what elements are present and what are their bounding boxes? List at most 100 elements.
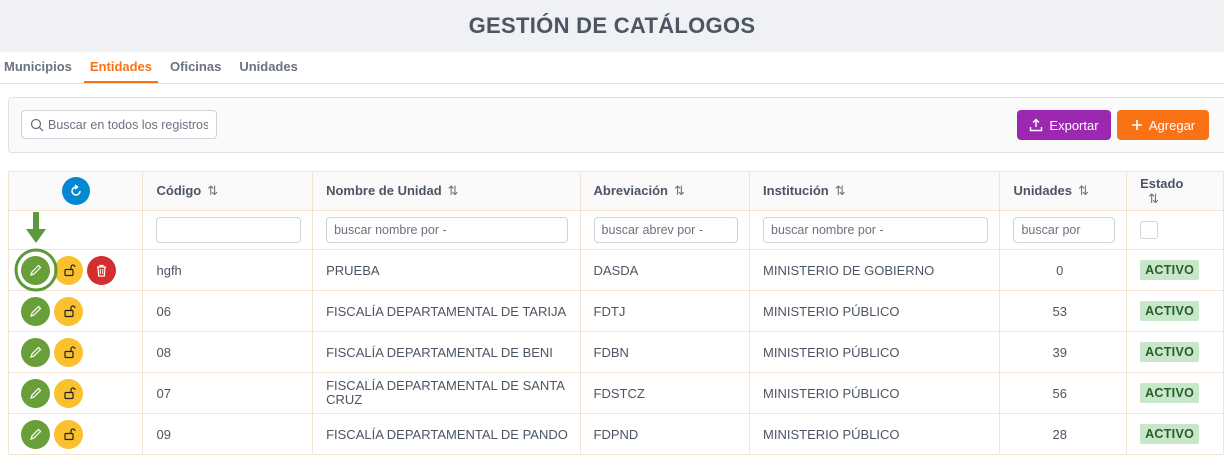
pencil-icon xyxy=(30,346,42,358)
edit-button[interactable] xyxy=(21,378,50,408)
unlock-button[interactable] xyxy=(54,337,83,367)
page-header: GESTIÓN DE CATÁLOGOS xyxy=(0,0,1224,52)
column-label: Unidades xyxy=(1013,183,1072,198)
status-badge: ACTIVO xyxy=(1140,342,1200,362)
table-row: 06 FISCALÍA DEPARTAMENTAL DE TARIJA FDTJ… xyxy=(7,290,1224,332)
plus-icon xyxy=(1131,120,1142,130)
tab-entidades[interactable]: Entidades xyxy=(83,59,159,83)
edit-button[interactable] xyxy=(21,419,50,449)
cell-institucion: MINISTERIO PÚBLICO xyxy=(749,413,1001,455)
trash-icon xyxy=(97,264,106,277)
cell-codigo: 06 xyxy=(142,290,314,332)
unlock-icon xyxy=(63,346,76,359)
upload-icon xyxy=(1030,118,1043,132)
unlock-button[interactable] xyxy=(54,419,83,449)
actions-header xyxy=(7,171,144,211)
pencil-icon xyxy=(30,305,42,317)
cell-nombre: FISCALÍA DEPARTAMENTAL DE BENI xyxy=(312,331,581,373)
global-search-input[interactable] xyxy=(48,117,208,132)
page-title: GESTIÓN DE CATÁLOGOS xyxy=(468,13,756,38)
cell-institucion: MINISTERIO PÚBLICO xyxy=(749,290,1001,332)
table-row: hgfh PRUEBA DASDA MINISTERIO DE GOBIERNO… xyxy=(7,249,1224,291)
cell-institucion: MINISTERIO PÚBLICO xyxy=(749,331,1001,373)
unlock-button[interactable] xyxy=(54,296,83,326)
pencil-icon xyxy=(30,264,42,276)
unlock-icon xyxy=(63,264,76,277)
edit-button[interactable] xyxy=(21,337,50,367)
unlock-icon xyxy=(63,387,76,400)
column-header-nombre[interactable]: Nombre de Unidad ⇅ xyxy=(312,171,581,211)
cell-nombre: FISCALÍA DEPARTAMENTAL DE TARIJA xyxy=(312,290,581,332)
sort-icon: ⇅ xyxy=(834,183,846,198)
global-search[interactable] xyxy=(21,110,217,139)
table-header-row: Código ⇅ Nombre de Unidad ⇅ Abreviación ⇅ I… xyxy=(7,171,1224,211)
column-header-estado[interactable]: Estado ⇅ xyxy=(1126,171,1224,211)
edit-button[interactable] xyxy=(21,255,50,285)
filter-actions-cell xyxy=(7,210,144,250)
column-header-institucion[interactable]: Institución ⇅ xyxy=(749,171,1001,211)
column-label: Código xyxy=(156,183,202,198)
export-button[interactable]: Exportar xyxy=(1017,110,1111,140)
table-row: 08 FISCALÍA DEPARTAMENTAL DE BENI FDBN M… xyxy=(7,331,1224,373)
cell-nombre: PRUEBA xyxy=(312,249,581,291)
tab-unidades[interactable]: Unidades xyxy=(233,59,304,83)
tab-municipios[interactable]: Municipios xyxy=(0,59,78,83)
filter-codigo-input[interactable] xyxy=(156,217,302,243)
status-badge: ACTIVO xyxy=(1140,383,1200,403)
cell-institucion: MINISTERIO DE GOBIERNO xyxy=(749,249,1001,291)
add-label: Agregar xyxy=(1148,117,1196,133)
column-header-abreviacion[interactable]: Abreviación ⇅ xyxy=(579,171,751,211)
filter-nombre-input[interactable] xyxy=(326,217,569,243)
status-badge: ACTIVO xyxy=(1140,301,1200,321)
sort-icon: ⇅ xyxy=(447,183,459,198)
filter-row xyxy=(7,210,1224,250)
unlock-button[interactable] xyxy=(54,378,83,408)
toolbar: Exportar Agregar xyxy=(8,97,1224,153)
column-header-unidades[interactable]: Unidades ⇅ xyxy=(999,171,1128,211)
filter-unidades-input[interactable] xyxy=(1013,217,1116,243)
catalog-tabs: Municipios Entidades Oficinas Unidades xyxy=(0,52,1224,84)
delete-button[interactable] xyxy=(87,255,116,285)
cell-codigo: hgfh xyxy=(142,249,314,291)
cell-nombre: FISCALÍA DEPARTAMENTAL DE PANDO xyxy=(312,413,581,455)
column-label: Estado xyxy=(1140,175,1184,191)
refresh-icon[interactable] xyxy=(61,177,90,205)
pencil-icon xyxy=(30,428,42,440)
filter-institucion-input[interactable] xyxy=(763,217,989,243)
tab-oficinas[interactable]: Oficinas xyxy=(164,59,227,83)
add-button[interactable]: Agregar xyxy=(1117,110,1209,140)
status-badge: ACTIVO xyxy=(1140,260,1200,280)
sort-icon: ⇅ xyxy=(673,183,685,198)
entities-table: Código ⇅ Nombre de Unidad ⇅ Abreviación ⇅ I… xyxy=(7,171,1224,455)
table-row: 09 FISCALÍA DEPARTAMENTAL DE PANDO FDPND… xyxy=(7,413,1224,455)
cell-unidades: 56 xyxy=(999,372,1128,414)
column-label: Abreviación xyxy=(593,183,668,198)
column-label: Nombre de Unidad xyxy=(326,183,442,198)
cell-codigo: 08 xyxy=(142,331,314,373)
column-header-codigo[interactable]: Código ⇅ xyxy=(142,171,314,211)
status-badge: ACTIVO xyxy=(1140,424,1200,444)
column-label: Institución xyxy=(763,183,829,198)
sort-icon: ⇅ xyxy=(1078,183,1089,198)
pencil-icon xyxy=(30,387,42,399)
filter-estado-checkbox[interactable] xyxy=(1140,221,1159,239)
cell-abrev: FDPND xyxy=(579,413,751,455)
unlock-icon xyxy=(63,305,76,318)
cell-unidades: 28 xyxy=(999,413,1128,455)
search-icon xyxy=(30,118,44,131)
cell-institucion: MINISTERIO PÚBLICO xyxy=(749,372,1001,414)
cell-codigo: 07 xyxy=(142,372,314,414)
cell-unidades: 53 xyxy=(999,290,1128,332)
filter-abrev-input[interactable] xyxy=(593,217,738,243)
export-label: Exportar xyxy=(1049,117,1099,133)
cell-nombre: FISCALÍA DEPARTAMENTAL DE SANTA CRUZ xyxy=(312,372,581,414)
edit-button[interactable] xyxy=(21,296,50,326)
table-row: 07 FISCALÍA DEPARTAMENTAL DE SANTA CRUZ … xyxy=(7,372,1224,414)
cell-abrev: FDSTCZ xyxy=(579,372,751,414)
unlock-button[interactable] xyxy=(54,255,83,285)
cell-unidades: 0 xyxy=(999,249,1128,291)
cell-abrev: DASDA xyxy=(579,249,751,291)
cell-abrev: FDBN xyxy=(579,331,751,373)
unlock-icon xyxy=(63,428,76,441)
sort-icon: ⇅ xyxy=(1148,190,1159,206)
